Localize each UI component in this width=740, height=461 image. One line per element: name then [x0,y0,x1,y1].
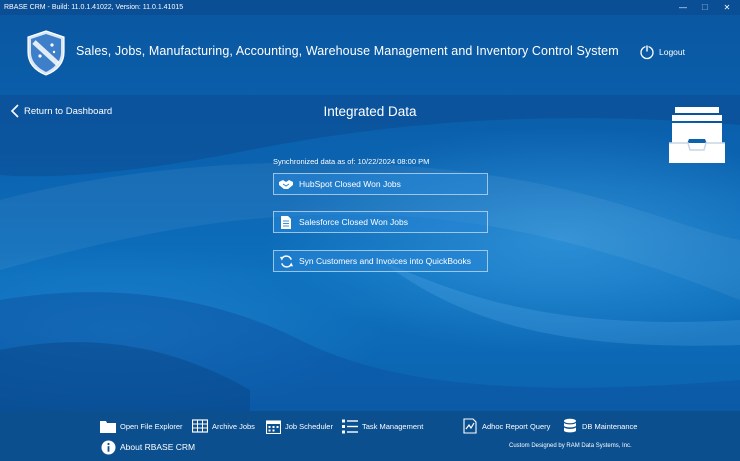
window-title: RBASE CRM - Build: 11.0.1.41022, Version… [4,4,184,11]
archive-grid-icon [192,418,208,434]
about-rbase-crm-label: About RBASE CRM [120,442,196,452]
about-rbase-crm-button[interactable]: About RBASE CRM [100,439,195,455]
salesforce-button-label: Salesforce Closed Won Jobs [299,217,408,227]
sync-status-text: Synchronized data as of: 10/22/2024 08:0… [273,157,430,166]
task-management-button[interactable]: Task Management [342,418,423,434]
power-icon [640,44,654,60]
shield-logo-icon [27,30,65,76]
salesforce-closed-won-jobs-button[interactable]: Salesforce Closed Won Jobs [273,211,488,233]
document-icon [278,214,294,230]
db-maintenance-label: DB Maintenance [582,421,638,431]
folder-icon [100,418,116,434]
adhoc-report-query-label: Adhoc Report Query [482,421,551,431]
db-maintenance-button[interactable]: DB Maintenance [562,418,637,434]
sync-button-label: Syn Customers and Invoices into QuickBoo… [299,256,471,266]
return-to-dashboard-link[interactable]: Return to Dashboard [10,104,112,118]
open-file-explorer-button[interactable]: Open File Explorer [100,418,183,434]
logout-button[interactable]: Logout [639,44,685,60]
minimize-button[interactable]: — [672,0,694,15]
job-scheduler-label: Job Scheduler [285,421,333,431]
hubspot-closed-won-jobs-button[interactable]: HubSpot Closed Won Jobs [273,173,488,195]
page-title: Integrated Data [323,104,417,119]
app-title: Sales, Jobs, Manufacturing, Accounting, … [76,44,619,58]
archive-tray-icon [669,107,725,163]
sync-quickbooks-button[interactable]: Syn Customers and Invoices into QuickBoo… [273,250,488,272]
handshake-icon [278,176,294,192]
archive-jobs-label: Archive Jobs [212,421,255,431]
adhoc-report-query-button[interactable]: Adhoc Report Query [462,418,550,434]
open-file-explorer-label: Open File Explorer [120,421,183,431]
chevron-left-icon [10,104,19,118]
report-icon [462,418,478,434]
app-window: RBASE CRM - Build: 11.0.1.41022, Version… [0,0,740,461]
task-list-icon [342,418,358,434]
info-icon [100,439,116,455]
window-titlebar: RBASE CRM - Build: 11.0.1.41022, Version… [0,0,740,15]
back-label: Return to Dashboard [24,105,113,117]
close-button[interactable]: ✕ [716,0,738,15]
sync-icon [278,253,294,269]
calendar-icon [265,418,281,434]
logout-label: Logout [659,47,685,57]
credit-text: Custom Designed by RAM Data Systems, Inc… [509,443,632,449]
job-scheduler-button[interactable]: Job Scheduler [265,418,333,434]
task-management-label: Task Management [362,421,424,431]
archive-jobs-button[interactable]: Archive Jobs [192,418,255,434]
database-icon [562,418,578,434]
maximize-button[interactable]: ☐ [694,0,716,15]
hubspot-button-label: HubSpot Closed Won Jobs [299,179,401,189]
